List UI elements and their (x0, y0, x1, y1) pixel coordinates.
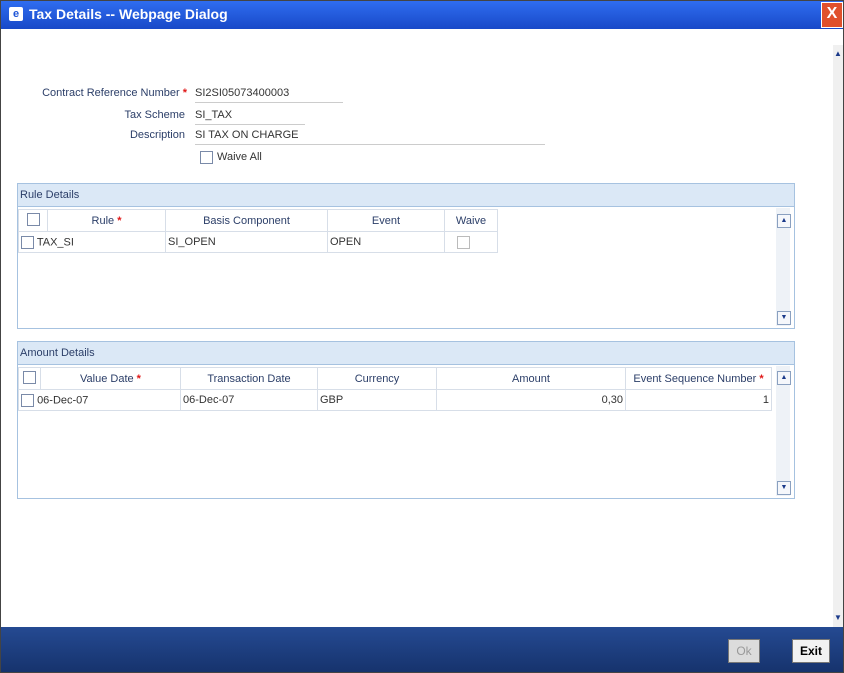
table-row[interactable]: 06-Dec-07 06-Dec-07 GBP 0,30 1 (18, 389, 772, 411)
scroll-down-icon[interactable]: ▼ (777, 481, 791, 495)
col-waive: Waive (444, 209, 498, 232)
col-currency: Currency (317, 367, 437, 390)
basis-component-cell[interactable]: SI_OPEN (165, 231, 328, 253)
description-field[interactable]: SI TAX ON CHARGE (195, 129, 545, 145)
scroll-up-icon[interactable]: ▲ (777, 371, 791, 385)
select-all-checkbox[interactable] (26, 212, 40, 226)
window-title: Tax Details -- Webpage Dialog (29, 6, 228, 22)
value-date-value: 06-Dec-07 (37, 393, 89, 406)
waive-all-label: Waive All (217, 151, 262, 163)
rule-value: TAX_SI (36, 235, 74, 248)
table-header-row: Rule * Basis Component Event Waive (18, 209, 498, 232)
footer-bar: Ok Exit (1, 627, 843, 672)
select-all-cell (18, 209, 48, 232)
col-transaction-date: Transaction Date (180, 367, 318, 390)
scroll-up-icon[interactable]: ▲ (777, 214, 791, 228)
contract-ref-field[interactable]: SI2SI05073400003 (195, 87, 343, 103)
select-all-cell (18, 367, 41, 390)
exit-button[interactable]: Exit (792, 639, 830, 663)
rule-details-table: Rule * Basis Component Event Waive TAX_S… (18, 209, 498, 253)
col-rule: Rule * (47, 209, 166, 232)
tax-scheme-field[interactable]: SI_TAX (195, 109, 305, 125)
rule-details-scrollbar[interactable]: ▲ ▼ (776, 208, 791, 326)
value-date-cell[interactable]: 06-Dec-07 (18, 389, 181, 411)
col-value-date: Value Date * (40, 367, 181, 390)
col-basis-component: Basis Component (165, 209, 328, 232)
scroll-up-icon[interactable]: ▲ (833, 49, 843, 59)
amount-details-section: Amount Details Value Date * Transaction … (17, 341, 795, 499)
col-amount: Amount (436, 367, 626, 390)
amount-details-title: Amount Details (18, 342, 794, 365)
waive-all-checkbox[interactable] (200, 151, 213, 164)
scroll-down-icon[interactable]: ▼ (833, 613, 843, 623)
table-header-row: Value Date * Transaction Date Currency A… (18, 367, 772, 390)
amount-details-scrollbar[interactable]: ▲ ▼ (776, 366, 791, 496)
page-scrollbar[interactable]: ▲ ▼ (833, 45, 843, 627)
rule-cell[interactable]: TAX_SI (18, 231, 166, 253)
contract-ref-label: Contract Reference Number * (42, 87, 187, 99)
tax-scheme-label: Tax Scheme (124, 109, 185, 121)
row-checkbox[interactable] (21, 235, 34, 249)
close-button[interactable]: X (821, 2, 843, 28)
title-bar: e Tax Details -- Webpage Dialog X (1, 1, 843, 29)
dialog-window: e Tax Details -- Webpage Dialog X Contra… (0, 0, 844, 673)
ie-page-icon: e (9, 7, 23, 21)
amount-details-table: Value Date * Transaction Date Currency A… (18, 367, 772, 411)
description-label: Description (129, 129, 185, 141)
event-seq-cell[interactable]: 1 (625, 389, 772, 411)
dialog-content: Contract Reference Number * SI2SI0507340… (7, 29, 833, 627)
rule-details-section: Rule Details Rule * Basis Component Even… (17, 183, 795, 329)
amount-cell[interactable]: 0,30 (436, 389, 626, 411)
waive-cell[interactable] (444, 231, 498, 253)
select-all-checkbox[interactable] (23, 370, 36, 384)
rule-details-title: Rule Details (18, 184, 794, 207)
col-event-seq: Event Sequence Number * (625, 367, 772, 390)
col-event: Event (327, 209, 445, 232)
table-row[interactable]: TAX_SI SI_OPEN OPEN (18, 231, 498, 253)
waive-checkbox[interactable] (457, 235, 470, 249)
ok-button[interactable]: Ok (728, 639, 760, 663)
currency-cell[interactable]: GBP (317, 389, 437, 411)
transaction-date-cell[interactable]: 06-Dec-07 (180, 389, 318, 411)
row-checkbox[interactable] (21, 393, 34, 407)
event-cell[interactable]: OPEN (327, 231, 445, 253)
scroll-down-icon[interactable]: ▼ (777, 311, 791, 325)
